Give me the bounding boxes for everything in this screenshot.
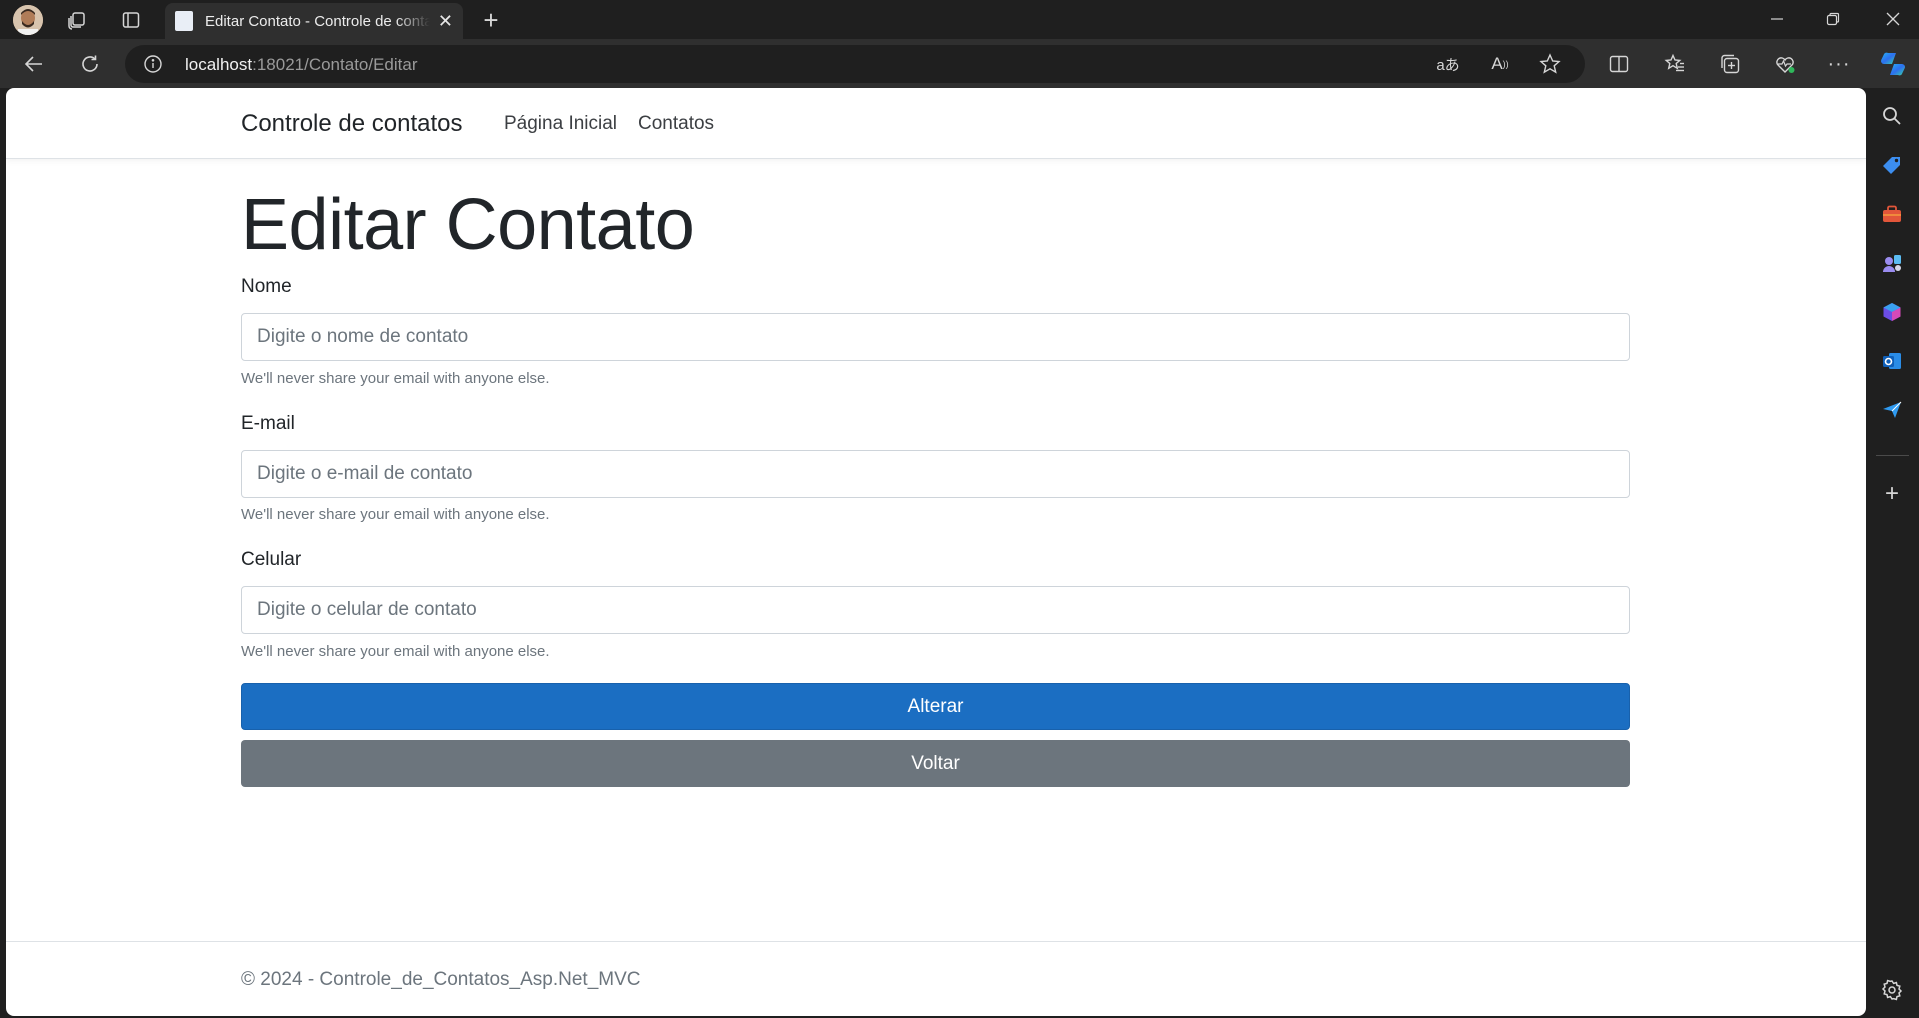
browser-essentials-icon[interactable]	[1772, 51, 1798, 77]
nav-link-contacts[interactable]: Contatos	[638, 113, 714, 135]
close-window-icon[interactable]	[1878, 8, 1908, 30]
restore-icon[interactable]	[1818, 8, 1848, 30]
profile-avatar[interactable]	[13, 5, 43, 35]
tools-icon[interactable]	[1879, 201, 1905, 227]
tab-title: Editar Contato - Controle de contatos	[205, 12, 430, 30]
footer: © 2024 - Controle_de_Contatos_Asp.Net_MV…	[6, 941, 1866, 1016]
workspaces-icon[interactable]	[64, 8, 90, 32]
copilot-icon[interactable]	[1878, 49, 1908, 79]
search-icon[interactable]	[1879, 103, 1905, 129]
tab-actions-icon[interactable]	[118, 8, 144, 32]
split-screen-icon[interactable]	[1606, 51, 1632, 77]
drop-icon[interactable]	[1879, 397, 1905, 423]
nav-link-home[interactable]: Página Inicial	[504, 113, 617, 135]
phone-label: Celular	[241, 549, 302, 570]
footer-text: © 2024 - Controle_de_Contatos_Asp.Net_MV…	[241, 969, 641, 990]
name-input[interactable]	[241, 313, 1630, 361]
microsoft-365-icon[interactable]	[1879, 299, 1905, 325]
refresh-icon[interactable]	[76, 51, 104, 77]
favorite-star-icon[interactable]	[1537, 52, 1563, 76]
alterar-button[interactable]: Alterar	[241, 683, 1630, 730]
minimize-icon[interactable]	[1762, 8, 1792, 30]
phone-help-text: We'll never share your email with anyone…	[241, 643, 550, 660]
email-help-text: We'll never share your email with anyone…	[241, 506, 550, 523]
site-info-icon[interactable]	[143, 54, 163, 74]
url-text[interactable]: localhost:18021/Contato/Editar	[185, 55, 418, 75]
name-help-text: We'll never share your email with anyone…	[241, 370, 550, 387]
email-label: E-mail	[241, 413, 295, 434]
tab-strip: Editar Contato - Controle de contatos ✕ …	[0, 0, 1919, 39]
back-icon[interactable]	[20, 51, 48, 77]
page-favicon-icon	[175, 11, 193, 31]
close-tab-icon[interactable]: ✕	[438, 11, 453, 32]
phone-input[interactable]	[241, 586, 1630, 634]
games-icon[interactable]	[1879, 250, 1905, 276]
browser-toolbar: localhost:18021/Contato/Editar aあ A)) ··…	[0, 39, 1919, 88]
favorites-icon[interactable]	[1662, 51, 1688, 77]
navbar: Controle de contatos Página Inicial Cont…	[6, 88, 1866, 159]
email-input[interactable]	[241, 450, 1630, 498]
page-viewport: Controle de contatos Página Inicial Cont…	[6, 88, 1866, 1016]
read-aloud-icon[interactable]: A))	[1487, 53, 1513, 75]
edge-sidebar: +	[1866, 88, 1919, 1018]
address-bar[interactable]: localhost:18021/Contato/Editar aあ A))	[125, 45, 1585, 83]
new-tab-icon[interactable]: +	[478, 5, 504, 35]
outlook-icon[interactable]	[1879, 348, 1905, 374]
voltar-button[interactable]: Voltar	[241, 740, 1630, 787]
translate-icon[interactable]: aあ	[1435, 53, 1461, 75]
sidebar-divider	[1876, 455, 1909, 456]
name-label: Nome	[241, 276, 292, 297]
page-title: Editar Contato	[241, 185, 695, 265]
settings-icon[interactable]	[1879, 977, 1905, 1003]
shopping-icon[interactable]	[1879, 152, 1905, 178]
more-icon[interactable]: ···	[1826, 51, 1852, 77]
navbar-brand[interactable]: Controle de contatos	[241, 110, 462, 138]
add-icon[interactable]: +	[1879, 480, 1905, 507]
collections-icon[interactable]	[1717, 51, 1743, 77]
active-tab[interactable]: Editar Contato - Controle de contatos ✕	[165, 3, 463, 39]
